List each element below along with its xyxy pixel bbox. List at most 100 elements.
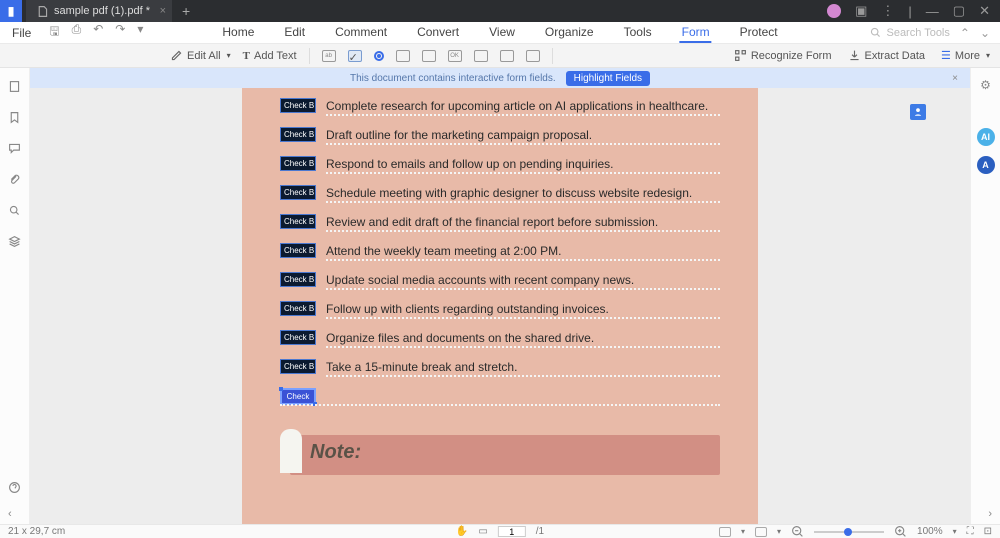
scroll-left-icon[interactable]: ‹ [8, 508, 12, 520]
redo-icon[interactable]: ↷ [115, 22, 125, 43]
edit-all-button[interactable]: Edit All▾ [170, 49, 231, 62]
account-avatar[interactable] [827, 4, 841, 18]
tab-tools[interactable]: Tools [622, 23, 654, 43]
checkbox-field[interactable]: Check B [280, 243, 316, 258]
ai-badge[interactable]: AI [977, 128, 995, 146]
layers-icon[interactable] [8, 235, 21, 248]
dropdown-icon[interactable]: ▾ [137, 22, 143, 43]
task-text: Organize files and documents on the shar… [326, 331, 594, 345]
zoom-in-icon[interactable] [894, 525, 907, 538]
file-menu[interactable]: File [0, 26, 43, 40]
tab-edit[interactable]: Edit [282, 23, 307, 43]
image-tool[interactable] [474, 50, 488, 62]
more-button[interactable]: ☰ More▾ [941, 49, 990, 62]
thumbnails-icon[interactable] [8, 80, 21, 93]
save-icon[interactable]: 🖫 [49, 22, 59, 43]
task-text: Respond to emails and follow up on pendi… [326, 157, 614, 171]
task-text: Take a 15-minute break and stretch. [326, 360, 517, 374]
document-tab[interactable]: sample pdf (1).pdf * × [26, 0, 172, 22]
tab-home[interactable]: Home [220, 23, 256, 43]
statusbar: 21 x 29,7 cm ✋ ▭ /1 ▾ ▾ 100%▾ ⛶ ⊡ [0, 524, 1000, 538]
zoom-slider[interactable] [814, 531, 884, 533]
checkbox-field[interactable]: Check B [280, 98, 316, 113]
hand-tool-icon[interactable]: ✋ [456, 526, 468, 537]
task-text: Complete research for upcoming article o… [326, 99, 708, 113]
attachments-icon[interactable] [8, 173, 21, 186]
zoom-value[interactable]: 100% [917, 526, 943, 537]
tab-convert[interactable]: Convert [415, 23, 461, 43]
window-maximize-icon[interactable]: ▢ [953, 3, 965, 19]
tab-organize[interactable]: Organize [543, 23, 596, 43]
viewmode-1-icon[interactable] [719, 527, 731, 537]
checkbox-tool[interactable]: ✓ [348, 50, 362, 62]
pdf-icon [36, 5, 49, 18]
tab-close-icon[interactable]: × [160, 5, 166, 17]
recognize-icon [734, 49, 747, 62]
highlight-fields-button[interactable]: Highlight Fields [566, 71, 650, 86]
checkbox-field[interactable]: Check B [280, 156, 316, 171]
undo-icon[interactable]: ↶ [93, 22, 103, 43]
checkbox-field[interactable]: Check B [280, 214, 316, 229]
button-tool[interactable]: OK [448, 50, 462, 62]
combobox-tool[interactable] [396, 50, 410, 62]
radio-tool[interactable] [374, 51, 384, 61]
help-icon[interactable] [8, 481, 21, 494]
window-close-icon[interactable]: ✕ [979, 3, 990, 19]
search-panel-icon[interactable] [8, 204, 21, 217]
date-tool[interactable] [526, 50, 540, 62]
comments-icon[interactable] [8, 142, 21, 155]
checkbox-field-selected[interactable]: Check [280, 388, 316, 405]
textfield-tool[interactable]: ab [322, 50, 336, 62]
task-text: Draft outline for the marketing campaign… [326, 128, 592, 142]
search-icon [869, 26, 882, 39]
main-area: This document contains interactive form … [0, 68, 1000, 524]
window-menu-icon[interactable]: ⋮ [881, 3, 894, 19]
bookmarks-icon[interactable] [8, 111, 21, 124]
page-viewport[interactable]: Check B Complete research for upcoming ar… [30, 88, 970, 524]
zoom-out-icon[interactable] [791, 525, 804, 538]
new-tab-button[interactable]: + [182, 3, 190, 19]
canvas: This document contains interactive form … [30, 68, 970, 524]
properties-toggle-icon[interactable]: ⚙ [980, 78, 991, 92]
task-row: Check B Organize files and documents on t… [280, 330, 720, 345]
collapse-icon[interactable]: ⌄ [980, 26, 990, 40]
select-tool-icon[interactable]: ▭ [478, 526, 487, 537]
expand-up-icon[interactable]: ⌃ [960, 26, 970, 40]
tab-protect[interactable]: Protect [738, 23, 780, 43]
task-row: Check B Respond to emails and follow up o… [280, 156, 720, 171]
task-row-selected: Check [280, 388, 720, 405]
tab-view[interactable]: View [487, 23, 517, 43]
checkbox-field[interactable]: Check B [280, 127, 316, 142]
pencil-icon [170, 49, 183, 62]
search-tools[interactable]: Search Tools [869, 26, 949, 39]
note-section: Note: [290, 435, 720, 475]
checkbox-field[interactable]: Check B [280, 330, 316, 345]
task-row: Check B Take a 15-minute break and stretc… [280, 359, 720, 374]
page-input[interactable] [498, 526, 526, 537]
note-title: Note: [310, 441, 361, 463]
recognize-form-button[interactable]: Recognize Form [734, 49, 832, 62]
zoom-knob[interactable] [844, 528, 852, 536]
banner-close-icon[interactable]: × [952, 73, 958, 84]
checkbox-field[interactable]: Check B [280, 272, 316, 287]
checkbox-field[interactable]: Check B [280, 185, 316, 200]
fullscreen-icon[interactable]: ⛶ [967, 526, 974, 537]
scroll-right-icon[interactable]: › [988, 508, 992, 520]
task-row: Check B Draft outline for the marketing c… [280, 127, 720, 142]
listbox-tool[interactable] [422, 50, 436, 62]
fit-icon[interactable]: ⊡ [984, 526, 992, 537]
assist-badge[interactable]: A [977, 156, 995, 174]
left-sidebar [0, 68, 30, 524]
checkbox-field[interactable]: Check B [280, 359, 316, 374]
window-minimize-icon[interactable]: — [926, 4, 939, 19]
checkbox-field[interactable]: Check B [280, 301, 316, 316]
task-row: Check BFollow up with clients regarding … [280, 301, 720, 316]
tab-comment[interactable]: Comment [333, 23, 389, 43]
extract-data-button[interactable]: Extract Data [848, 49, 926, 62]
window-present-icon[interactable]: ▣ [855, 3, 867, 19]
viewmode-2-icon[interactable] [755, 527, 767, 537]
signature-tool[interactable] [500, 50, 514, 62]
add-text-button[interactable]: T Add Text [243, 50, 297, 62]
print-icon[interactable]: ⎙ [72, 22, 82, 43]
tab-form[interactable]: Form [680, 23, 712, 43]
